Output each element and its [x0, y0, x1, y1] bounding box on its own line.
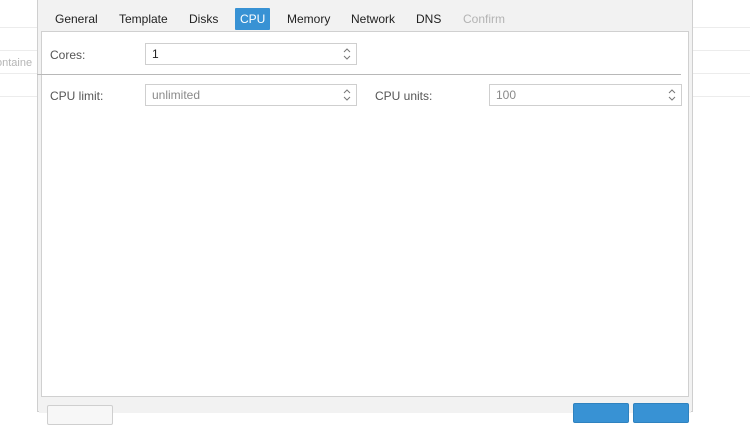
cpu-units-field[interactable]: 100: [489, 84, 682, 106]
tab-cpu[interactable]: CPU: [235, 8, 271, 30]
tab-memory[interactable]: Memory: [282, 8, 335, 30]
cpu-units-value: 100: [496, 88, 517, 102]
section-separator: [37, 74, 681, 75]
tab-general[interactable]: General: [50, 8, 103, 30]
cores-label: Cores:: [50, 48, 86, 62]
background-row-label: ontaine: [0, 57, 33, 69]
cpu-limit-label: CPU limit:: [50, 89, 104, 103]
spinner-up-down-icon[interactable]: [667, 87, 677, 103]
spinner-up-down-icon[interactable]: [342, 46, 352, 62]
tab-confirm: Confirm: [463, 12, 506, 26]
next-button[interactable]: [633, 403, 689, 423]
cpu-units-label: CPU units:: [375, 89, 433, 103]
cpu-limit-value: unlimited: [152, 88, 201, 102]
tab-template[interactable]: Template: [114, 8, 173, 30]
tab-dns[interactable]: DNS: [411, 8, 446, 30]
wizard-tab-bar: General Template Disks CPU Memory Networ…: [39, 1, 691, 31]
spinner-up-down-icon[interactable]: [342, 87, 352, 103]
cores-field[interactable]: 1: [145, 43, 357, 65]
create-container-dialog: General Template Disks CPU Memory Networ…: [37, 0, 693, 425]
tab-disks[interactable]: Disks: [184, 8, 223, 30]
back-button[interactable]: [573, 403, 629, 423]
cpu-limit-field[interactable]: unlimited: [145, 84, 357, 106]
dialog-footer: [39, 397, 691, 425]
cores-value: 1: [152, 47, 159, 61]
help-button[interactable]: [47, 405, 113, 425]
tab-network[interactable]: Network: [346, 8, 400, 30]
